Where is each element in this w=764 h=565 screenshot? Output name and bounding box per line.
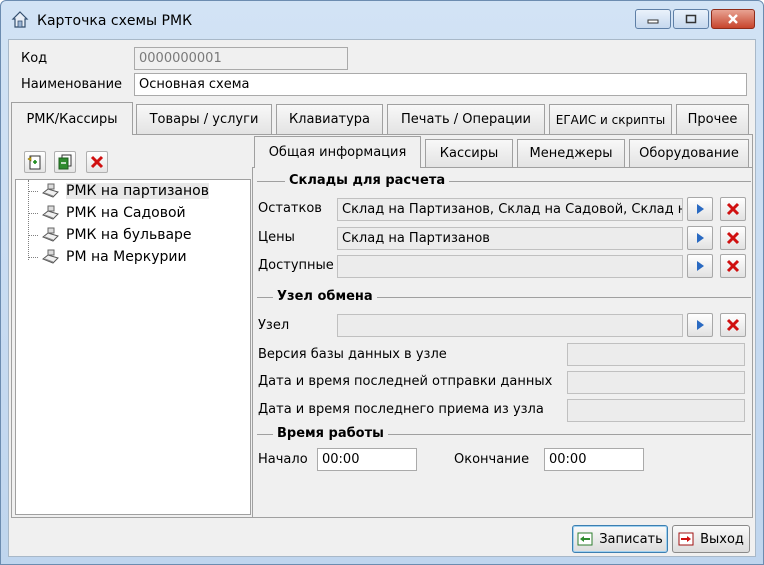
tab-goods-services[interactable]: Товары / услуги [136,104,272,134]
arrow-right-icon [697,204,704,214]
last-received-label: Дата и время последнего приема из узла [258,402,544,417]
code-label: Код [21,51,48,66]
tree-item-label: РМ на Меркурии [66,249,187,265]
add-icon [27,155,41,170]
work-time-title: Время работы [273,426,388,441]
rmk-tree[interactable]: РМК на партизанов РМК на Садовой РМК на … [15,179,251,515]
arrow-right-icon [697,320,704,330]
clear-available-button[interactable] [720,254,746,278]
available-field[interactable] [337,255,683,278]
exit-button[interactable]: Выход [672,525,750,553]
app-icon [11,11,29,28]
tree-item[interactable]: РМК на бульваре [40,225,192,245]
cash-register-icon [40,183,60,199]
tree-branch [28,257,38,258]
delete-icon [726,318,740,332]
name-label: Наименование [21,77,123,92]
subtab-general-info[interactable]: Общая информация [254,136,421,168]
exit-button-label: Выход [700,531,744,547]
prices-label: Цены [258,230,295,245]
remains-label: Остатков [258,201,322,216]
clear-prices-button[interactable] [720,226,746,250]
db-version-field [567,343,745,366]
name-field[interactable]: Основная схема [134,73,747,96]
end-time-field[interactable]: 00:00 [544,448,644,471]
minimize-button[interactable] [635,9,671,29]
select-available-button[interactable] [687,254,713,278]
select-prices-button[interactable] [687,226,713,250]
arrow-right-icon [697,261,704,271]
delete-icon [726,259,740,273]
tree-item-label: РМК на Садовой [66,205,186,221]
end-label: Окончание [454,452,530,467]
tree-line [28,180,29,260]
delete-icon [726,202,740,216]
delete-icon [90,155,104,169]
warehouses-title: Склады для расчета [285,173,450,188]
arrow-right-icon [697,233,704,243]
work-time-section: Время работы [257,426,751,442]
subtab-page: Склады для расчета Остатков Склад на Пар… [252,167,752,517]
tree-item-label: РМК на бульваре [66,227,192,243]
exchange-section: Узел обмена [257,289,751,305]
last-sent-label: Дата и время последней отправки данных [258,374,553,389]
tree-item[interactable]: РМК на Садовой [40,203,186,223]
tab-keyboard[interactable]: Клавиатура [276,104,383,134]
select-node-button[interactable] [687,313,713,337]
add-button[interactable] [24,151,46,173]
subtab-equipment[interactable]: Оборудование [629,139,749,167]
tree-item-label: РМК на партизанов [66,183,209,199]
delete-icon [726,231,740,245]
tab-page: РМК на партизанов РМК на Садовой РМК на … [11,134,753,518]
tree-branch [28,213,38,214]
clear-node-button[interactable] [720,313,746,337]
warehouses-section: Склады для расчета [257,173,751,189]
last-sent-field [567,371,745,394]
tree-branch [28,235,38,236]
cash-register-icon [40,227,60,243]
copy-button[interactable] [54,151,76,173]
cash-register-icon [40,205,60,221]
exit-icon [678,532,694,546]
close-button[interactable] [711,9,755,29]
delete-button[interactable] [86,151,108,173]
window: Карточка схемы РМК Код 0000000001 Наимен… [0,0,764,565]
minimize-icon [647,19,659,24]
subtab-cashiers[interactable]: Кассиры [425,139,513,167]
node-label: Узел [258,318,290,333]
save-icon [577,532,593,546]
cash-register-icon [40,249,60,265]
tab-rmk-cashiers[interactable]: РМК/Кассиры [11,102,133,135]
prices-field[interactable]: Склад на Партизанов [337,227,683,250]
tree-item[interactable]: РМК на партизанов [40,181,209,201]
node-field[interactable] [337,314,683,337]
window-title: Карточка схемы РМК [37,13,193,29]
tree-branch [28,191,38,192]
save-button[interactable]: Записать [572,525,668,553]
start-time-field[interactable]: 00:00 [317,448,417,471]
copy-icon [58,154,72,170]
tree-item[interactable]: РМ на Меркурии [40,247,187,267]
close-icon [728,14,738,24]
save-button-label: Записать [599,531,663,547]
tab-other[interactable]: Прочее [676,104,749,134]
tab-egais-scripts[interactable]: ЕГАИС и скрипты [549,104,672,134]
clear-remains-button[interactable] [720,197,746,221]
select-remains-button[interactable] [687,197,713,221]
window-client: Код 0000000001 Наименование Основная схе… [8,39,756,557]
tab-print-operations[interactable]: Печать / Операции [387,104,545,134]
subtab-managers[interactable]: Менеджеры [517,139,625,167]
start-label: Начало [258,452,308,467]
last-received-field [567,399,745,422]
db-version-label: Версия базы данных в узле [258,347,447,362]
available-label: Доступные [258,258,334,273]
maximize-icon [685,14,697,24]
title-bar[interactable]: Карточка схемы РМК [1,1,763,39]
code-field[interactable]: 0000000001 [134,47,348,70]
remains-field[interactable]: Склад на Партизанов, Склад на Садовой, С… [337,198,683,221]
maximize-button[interactable] [673,9,709,29]
exchange-title: Узел обмена [273,289,377,304]
